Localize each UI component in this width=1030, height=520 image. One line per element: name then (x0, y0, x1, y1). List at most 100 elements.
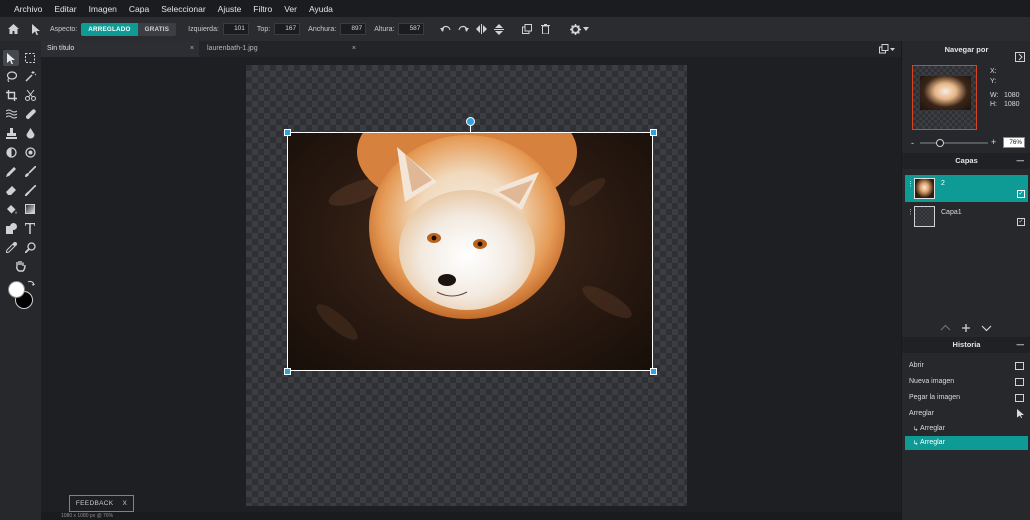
menu-ajuste[interactable]: Ajuste (218, 4, 242, 14)
window-layout-icon[interactable] (879, 44, 895, 56)
bucket-tool-icon[interactable] (3, 201, 19, 217)
rotate-left-icon[interactable] (438, 22, 452, 36)
sub-arrow-icon: ↳ (913, 440, 919, 447)
blur-tool-icon[interactable] (22, 125, 38, 141)
history-item-pegar[interactable]: Pegar la imagen (902, 391, 1030, 405)
collapse-icon[interactable]: — (1017, 337, 1025, 353)
text-tool-icon[interactable] (22, 220, 38, 236)
replace-color-icon[interactable] (22, 182, 38, 198)
menu-capa[interactable]: Capa (129, 4, 149, 14)
gradient-tool-icon[interactable] (22, 201, 38, 217)
scissors-icon[interactable] (22, 87, 38, 103)
eraser-tool-icon[interactable] (3, 182, 19, 198)
width-input[interactable]: 897 (340, 23, 367, 35)
flip-horizontal-icon[interactable] (474, 22, 488, 36)
document-icon (1015, 362, 1024, 370)
eyedropper-icon[interactable] (3, 239, 19, 255)
nav-h-value: 1080 (1004, 101, 1020, 108)
sub-arrow-icon: ↳ (913, 426, 919, 433)
pointer-tool-icon[interactable] (3, 50, 19, 66)
workspace (41, 57, 901, 512)
history-subitem-arreglar[interactable]: ↳ Arreglar (905, 423, 1028, 436)
layer-item-2[interactable]: ⋮ 2 ✓ (905, 175, 1028, 202)
history-item-arreglar[interactable]: Arreglar (902, 407, 1030, 421)
resize-handle-top-left[interactable] (284, 129, 291, 136)
history-label: Abrir (909, 362, 924, 369)
aspect-free-button[interactable]: GRATIS (137, 22, 177, 36)
shape-tool-icon[interactable] (3, 220, 19, 236)
history-item-abrir[interactable]: Abrir (902, 359, 1030, 373)
layers-header: Capas — (902, 153, 1030, 169)
nav-y-label: Y: (990, 78, 997, 85)
top-input[interactable]: 167 (274, 23, 301, 35)
move-tool-icon[interactable] (29, 22, 43, 36)
navigator-thumbnail[interactable] (912, 65, 977, 130)
gear-icon[interactable] (568, 22, 582, 36)
foreground-color-swatch[interactable] (8, 281, 25, 298)
paste-image-icon (1015, 394, 1024, 402)
history-item-nueva-imagen[interactable]: Nueva imagen (902, 375, 1030, 389)
zoom-out-button[interactable]: - (911, 138, 914, 148)
trash-icon[interactable] (538, 22, 552, 36)
pencil-tool-icon[interactable] (3, 163, 19, 179)
layer-down-icon[interactable] (981, 323, 993, 333)
aspect-fixed-button[interactable]: ARREGLADO (81, 22, 138, 36)
feedback-button[interactable]: FEEDBACK X (69, 495, 134, 512)
layer-item-capa1[interactable]: ⋮ Capa1 ✓ (905, 203, 1028, 230)
close-icon[interactable]: × (190, 41, 194, 57)
drag-handle-icon[interactable]: ⋮ (907, 209, 914, 216)
flip-vertical-icon[interactable] (492, 22, 506, 36)
magic-wand-icon[interactable] (22, 68, 38, 84)
tab-sin-titulo[interactable]: Sin título × (41, 41, 199, 57)
layer-thumbnail (914, 178, 935, 199)
zoom-in-button[interactable]: + (991, 137, 996, 147)
zoom-slider-track[interactable] (920, 142, 988, 144)
close-icon[interactable]: × (352, 41, 356, 57)
zoom-tool-icon[interactable] (22, 239, 38, 255)
menu-archivo[interactable]: Archivo (14, 4, 42, 14)
layer-visibility-checkbox[interactable]: ✓ (1017, 190, 1025, 198)
marquee-tool-icon[interactable] (22, 50, 38, 66)
status-text: 1080 x 1080 px @ 76% (61, 513, 114, 519)
menu-ver[interactable]: Ver (284, 4, 297, 14)
heal-tool-icon[interactable] (22, 106, 38, 122)
sponge-tool-icon[interactable] (22, 144, 38, 160)
home-icon[interactable] (6, 22, 20, 36)
lasso-tool-icon[interactable] (3, 68, 19, 84)
menu-editar[interactable]: Editar (54, 4, 76, 14)
menu-seleccionar[interactable]: Seleccionar (161, 4, 205, 14)
dodge-tool-icon[interactable] (3, 144, 19, 160)
add-layer-icon[interactable] (961, 323, 973, 333)
chevron-down-icon[interactable] (582, 22, 590, 36)
tab-laurenbath[interactable]: laurenbath-1.jpg × (201, 41, 361, 57)
zoom-input[interactable]: 76% (1003, 137, 1025, 148)
brush-tool-icon[interactable] (22, 163, 38, 179)
pointer-icon (1017, 409, 1024, 420)
liquify-tool-icon[interactable] (3, 106, 19, 122)
duplicate-icon[interactable] (520, 22, 534, 36)
menu-filtro[interactable]: Filtro (253, 4, 272, 14)
resize-handle-top-right[interactable] (650, 129, 657, 136)
resize-handle-bottom-left[interactable] (284, 368, 291, 375)
nav-w-label: W: (990, 92, 999, 99)
menu-imagen[interactable]: Imagen (89, 4, 117, 14)
collapse-icon[interactable]: — (1017, 153, 1025, 169)
stamp-tool-icon[interactable] (3, 125, 19, 141)
rotate-handle[interactable] (466, 117, 475, 126)
feedback-close-icon[interactable]: X (122, 500, 127, 507)
history-subitem-arreglar-active[interactable]: ↳ Arreglar (905, 436, 1028, 450)
hand-tool-icon[interactable] (12, 258, 28, 274)
drag-handle-icon[interactable]: ⋮ (907, 181, 914, 188)
crop-tool-icon[interactable] (3, 87, 19, 103)
layer-visibility-checkbox[interactable]: ✓ (1017, 218, 1025, 226)
layer-up-icon[interactable] (940, 323, 952, 333)
menu-ayuda[interactable]: Ayuda (309, 4, 333, 14)
transform-selection-box[interactable] (287, 132, 653, 371)
zoom-slider-thumb[interactable] (936, 139, 944, 147)
left-input[interactable]: 101 (222, 23, 249, 35)
rotate-right-icon[interactable] (456, 22, 470, 36)
tab-label: Sin título (47, 45, 75, 52)
resize-handle-bottom-right[interactable] (650, 368, 657, 375)
height-input[interactable]: 587 (398, 23, 425, 35)
swap-colors-icon[interactable] (27, 279, 35, 289)
